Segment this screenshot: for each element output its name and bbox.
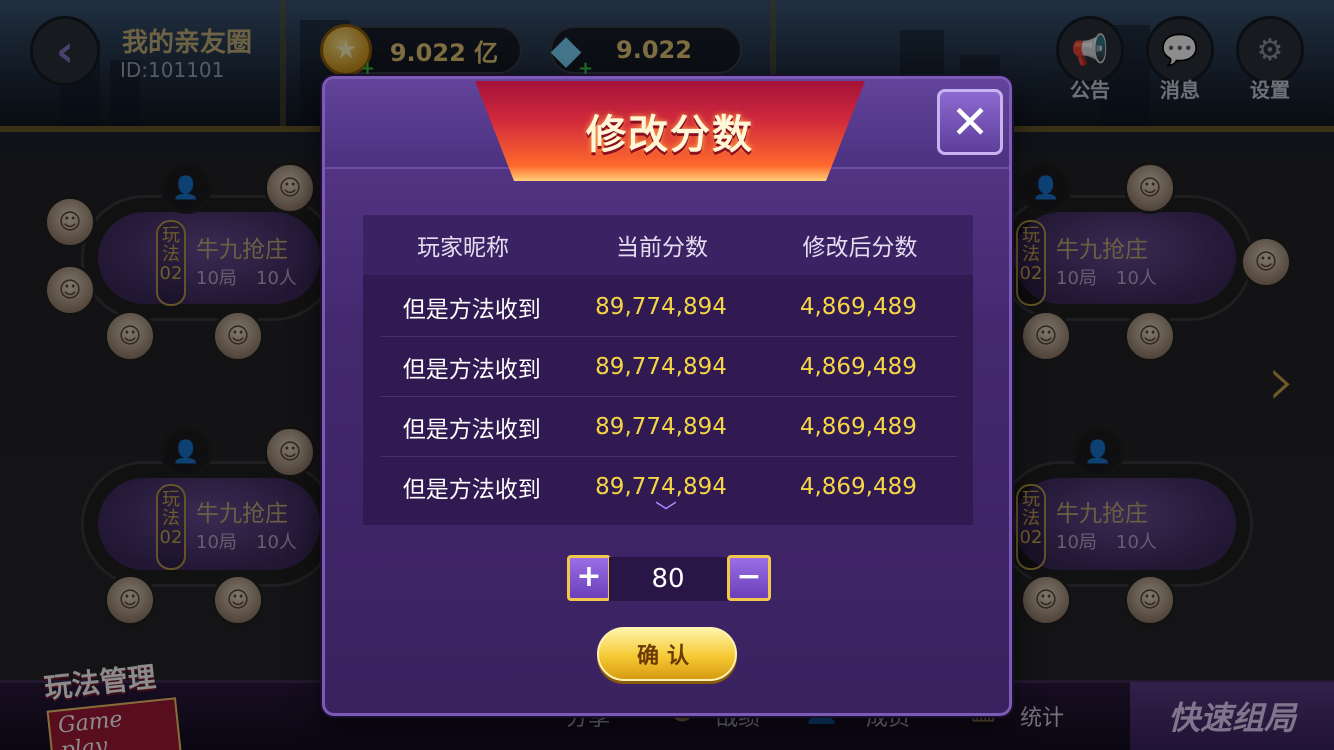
- table-row[interactable]: 但是方法收到 89,774,894 4,869,489: [381, 397, 957, 457]
- dialog-title-plate: 修改分数: [475, 81, 865, 181]
- modify-score-dialog: 修改分数 ✕ 玩家昵称 当前分数 修改后分数 但是方法收到 89,774,894…: [322, 76, 1012, 716]
- score-table-header: 玩家昵称 当前分数 修改后分数: [363, 215, 973, 275]
- score-table: 玩家昵称 当前分数 修改后分数 但是方法收到 89,774,894 4,869,…: [363, 215, 973, 525]
- confirm-label: 确认: [636, 644, 697, 669]
- player-nickname: 但是方法收到: [402, 296, 541, 323]
- column-header-new-score: 修改后分数: [802, 235, 918, 261]
- chevron-down-icon[interactable]: ﹀: [655, 495, 677, 527]
- new-score: 4,869,489: [799, 353, 917, 380]
- decrease-button[interactable]: −: [727, 555, 771, 601]
- player-nickname: 但是方法收到: [402, 477, 541, 503]
- player-nickname: 但是方法收到: [402, 416, 541, 443]
- current-score: 89,774,894: [595, 413, 727, 440]
- close-icon: ✕: [950, 95, 990, 149]
- increase-button[interactable]: +: [567, 555, 611, 601]
- column-header-current-score: 当前分数: [616, 235, 708, 261]
- score-stepper: + 80 −: [567, 555, 773, 603]
- stepper-value[interactable]: 80: [609, 557, 727, 601]
- confirm-button[interactable]: 确认: [597, 627, 737, 681]
- new-score: 4,869,489: [799, 413, 917, 440]
- table-row[interactable]: 但是方法收到 89,774,894 4,869,489: [381, 277, 957, 337]
- new-score: 4,869,489: [799, 293, 917, 320]
- dialog-title: 修改分数: [586, 112, 754, 158]
- new-score: 4,869,489: [799, 474, 917, 500]
- player-nickname: 但是方法收到: [402, 356, 541, 383]
- column-header-nickname: 玩家昵称: [417, 235, 509, 261]
- close-button[interactable]: ✕: [937, 89, 1003, 155]
- current-score: 89,774,894: [595, 293, 727, 320]
- current-score: 89,774,894: [595, 353, 727, 380]
- table-row[interactable]: 但是方法收到 89,774,894 4,869,489: [381, 337, 957, 397]
